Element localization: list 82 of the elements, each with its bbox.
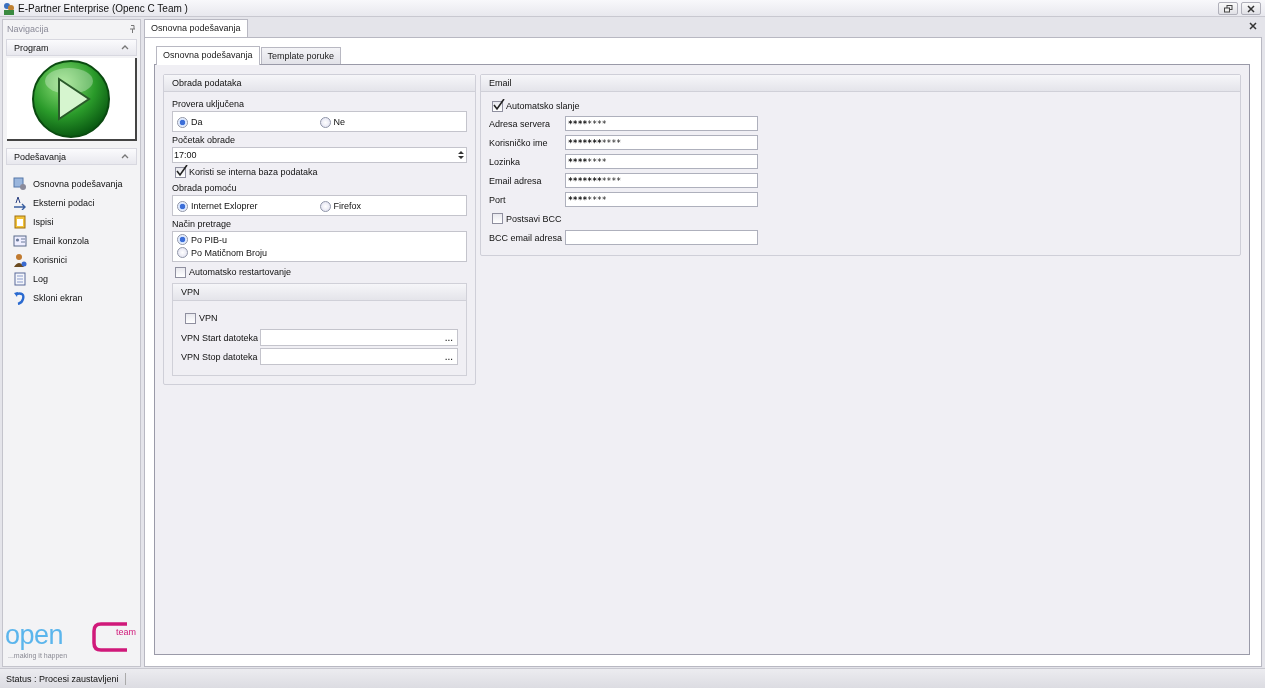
radio-label: Ne (333, 117, 345, 127)
browse-button[interactable]: ... (440, 332, 457, 343)
field-label: Lozinka (489, 156, 522, 167)
field-label: Adresa servera (489, 118, 552, 129)
radio-button[interactable] (177, 200, 188, 212)
panel-header: Obrada podataka (164, 75, 475, 92)
nav-item[interactable]: Log (33, 273, 49, 284)
collapse-chevron-icon[interactable] (121, 154, 129, 159)
radio-label: Firefox (333, 201, 361, 211)
checkbox[interactable] (492, 213, 503, 224)
checkbox[interactable] (175, 266, 186, 278)
password-field[interactable]: *********** (565, 173, 758, 188)
group-label: Obrada pomoću (172, 182, 238, 195)
group-label: Provera uključena (172, 98, 246, 111)
password-field[interactable]: ******** (565, 154, 758, 169)
file-path-field[interactable]: ... (259, 348, 458, 365)
status-text: Status : Procesi zaustavljeni (6, 672, 126, 685)
radio-label: Po PIB-u (191, 234, 228, 245)
radio-label: Internet Exloprer (191, 201, 258, 211)
group-header[interactable]: Podešavanja (6, 148, 137, 165)
contact-card-icon (13, 233, 27, 248)
panel-header: Email (481, 75, 1240, 92)
field-label: Email adresa (489, 175, 543, 186)
field-label: VPN Start datoteka (181, 332, 260, 343)
checkbox-label: Postsavi BCC (506, 213, 562, 224)
checkbox[interactable] (175, 166, 186, 178)
time-field[interactable]: 17:00 (172, 147, 467, 163)
play-icon[interactable] (31, 58, 111, 139)
file-path-field[interactable]: ... (260, 329, 458, 346)
field-label: BCC email adresa (489, 232, 564, 243)
pin-icon[interactable] (129, 24, 136, 33)
restore-button[interactable] (1218, 2, 1238, 15)
logo-tag: team (116, 627, 136, 637)
radio-button[interactable] (177, 116, 188, 128)
clipboard-icon (13, 214, 27, 229)
panel-header: VPN (173, 284, 466, 301)
field-label: VPN Stop datoteka (181, 351, 259, 362)
field-label: Korisničko ime (489, 137, 549, 148)
radio-button[interactable] (177, 247, 188, 258)
field-label: Početak obrade (172, 134, 237, 147)
nav-item[interactable]: Ispisi (33, 216, 54, 227)
group-label: Način pretrage (172, 218, 233, 231)
radio-label: Da (191, 117, 203, 127)
close-icon[interactable] (1249, 22, 1257, 30)
tab[interactable]: Template poruke (260, 47, 342, 64)
group-header[interactable]: Program (6, 39, 137, 56)
checkbox-label: Automatsko slanje (506, 101, 580, 111)
radio-button[interactable] (177, 234, 188, 245)
tab[interactable]: Osnovna podešavanja (156, 46, 260, 65)
close-button[interactable] (1241, 2, 1261, 15)
password-field[interactable]: *********** (565, 135, 758, 150)
field-label: Port (489, 194, 507, 205)
password-field[interactable]: ******** (565, 116, 758, 131)
restore-icon (1223, 4, 1233, 13)
nav-item[interactable]: Eksterni podaci (33, 197, 95, 208)
radio-button[interactable] (319, 200, 331, 212)
app-icon (3, 2, 15, 15)
nav-item[interactable]: Email konzola (33, 235, 90, 246)
nav-item[interactable]: Skloni ekran (33, 292, 83, 303)
checkbox-label: Koristi se interna baza podataka (189, 167, 318, 177)
panel-title: Navigacija (7, 23, 49, 34)
user-icon (13, 252, 27, 267)
checkbox[interactable] (185, 312, 196, 324)
checkbox[interactable] (492, 100, 503, 112)
nav-item[interactable]: Korisnici (33, 254, 67, 265)
password-field[interactable]: ******** (565, 192, 758, 207)
close-icon (1247, 4, 1255, 13)
radio-label: Po Matičnom Broju (191, 247, 268, 258)
input-field[interactable] (565, 230, 758, 245)
window-title: E-Partner Enterprise (Openc C Team ) (18, 3, 188, 14)
spinner-arrows-icon[interactable] (458, 150, 464, 160)
arrow-icon (13, 195, 27, 210)
nav-item[interactable]: Osnovna podešavanja (33, 178, 123, 189)
radio-button[interactable] (319, 116, 331, 128)
checkbox-label: VPN (199, 313, 218, 323)
document-icon (13, 271, 27, 286)
undo-arrow-icon (13, 290, 27, 305)
logo-text: open (5, 620, 64, 650)
checkbox-label: Automatsko restartovanje (189, 267, 292, 277)
settings-icon (13, 176, 27, 191)
collapse-chevron-icon[interactable] (121, 45, 129, 50)
browse-button[interactable]: ... (440, 351, 457, 362)
